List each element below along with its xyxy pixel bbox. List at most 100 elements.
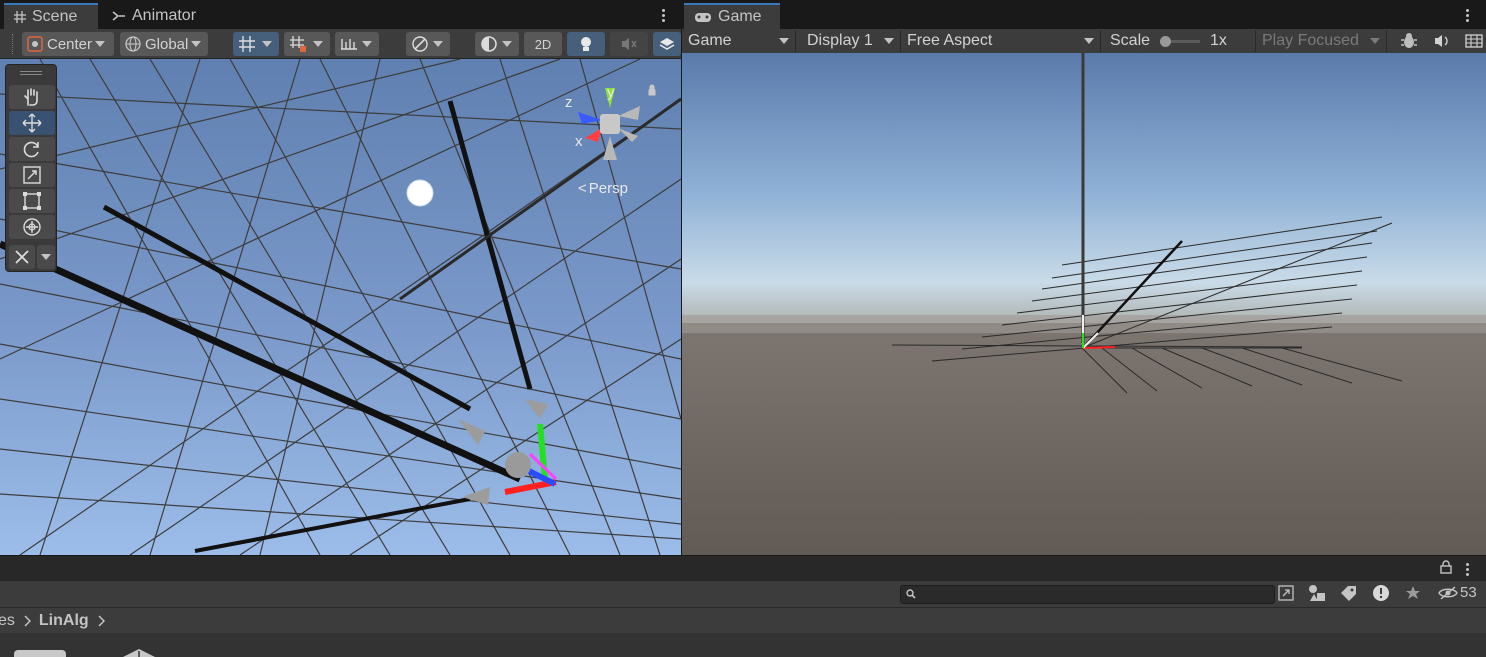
play-focus-label: Play Focused [1262, 32, 1359, 49]
project-more-menu-icon[interactable] [1460, 559, 1474, 579]
tab-animator[interactable]: Animator [102, 3, 212, 29]
gizmo-z-label: z [565, 94, 573, 111]
stats-button[interactable] [1463, 30, 1485, 52]
pivot-mode-label: Center [47, 35, 93, 53]
pivot-mode-dropdown[interactable]: Center [22, 32, 114, 56]
toolbar-grip[interactable] [12, 34, 16, 54]
grid-snap-toggle[interactable] [233, 32, 279, 56]
label-tag-icon[interactable] [1340, 585, 1358, 601]
gamepad-icon [694, 11, 712, 23]
audio-toggle[interactable] [610, 32, 648, 56]
shading-icon [479, 34, 499, 54]
scale-control: Scale 1x [1110, 30, 1227, 52]
projection-toggle[interactable]: < Persp [578, 180, 628, 197]
game-more-menu-icon[interactable] [1460, 5, 1474, 25]
hidden-packages-toggle[interactable]: 53 [1438, 584, 1477, 601]
project-panel-header [0, 555, 1486, 581]
lock-icon[interactable] [1440, 560, 1452, 574]
play-focus-dropdown[interactable]: Play Focused [1255, 30, 1387, 52]
mute-icon [620, 36, 638, 52]
project-content-area [0, 633, 1486, 657]
scene-tabbar: Scene Animator [0, 0, 681, 29]
mode-2d-toggle[interactable]: 2D [524, 32, 562, 56]
lighting-toggle[interactable] [567, 32, 605, 56]
palette-grip[interactable] [20, 71, 42, 75]
tab-game-label: Game [718, 8, 762, 25]
debug-button[interactable] [1398, 30, 1420, 52]
pivot-icon [26, 35, 44, 53]
scale-label: Scale [1110, 32, 1151, 49]
display-label: Display 1 [807, 32, 873, 49]
hand-tool-button[interactable] [9, 85, 55, 109]
space-mode-label: Global [145, 35, 189, 53]
game-tabbar: Game [682, 0, 1486, 29]
game-mode-dropdown[interactable]: Game [682, 30, 796, 52]
mode-2d-label: 2D [534, 36, 552, 52]
chevron-down-icon [502, 41, 512, 47]
tool-palette [5, 64, 57, 272]
chevron-down-icon [1084, 38, 1094, 44]
warning-filter-icon[interactable] [1372, 584, 1390, 602]
tab-game[interactable]: Game [684, 3, 780, 29]
folder-icon[interactable] [14, 650, 66, 657]
effects-toggle[interactable] [653, 32, 681, 56]
ruler-icon [339, 35, 359, 53]
chevron-down-icon [313, 41, 323, 47]
animator-icon [112, 10, 126, 22]
rotate-tool-button[interactable] [9, 137, 55, 161]
move-tool-button[interactable] [9, 111, 55, 135]
shapes-filter-icon[interactable] [1308, 584, 1326, 602]
game-toolbar: Game Display 1 Free Aspect Scale 1x Play… [682, 29, 1486, 53]
chevron-down-icon [41, 254, 51, 260]
projection-label: Persp [588, 180, 628, 197]
scene-visibility-dropdown[interactable] [406, 32, 450, 56]
game-canvas [682, 53, 1486, 555]
aspect-dropdown[interactable]: Free Aspect [901, 30, 1101, 52]
perspective-icon: < [578, 180, 587, 197]
scale-tool-button[interactable] [9, 163, 55, 187]
hand-tool-icon [22, 87, 42, 107]
scene-more-menu-icon[interactable] [656, 5, 670, 25]
mute-audio-button[interactable] [1431, 30, 1453, 52]
snap-increment-button[interactable] [284, 32, 330, 56]
search-icon [906, 589, 916, 599]
custom-tool-button[interactable] [9, 245, 35, 269]
bug-icon [1400, 32, 1418, 50]
transform-tool-button[interactable] [9, 215, 55, 239]
game-viewport[interactable] [682, 53, 1486, 555]
scale-slider[interactable] [1160, 36, 1201, 47]
project-search-field[interactable] [900, 585, 1275, 604]
custom-tool-dropdown[interactable] [37, 245, 55, 269]
rect-tool-button[interactable] [9, 189, 55, 213]
breadcrumb-item-linalg[interactable]: LinAlg [39, 612, 89, 630]
globe-icon [124, 35, 142, 53]
chevron-down-icon [362, 41, 372, 47]
aspect-label: Free Aspect [907, 32, 993, 49]
game-mode-label: Game [688, 32, 732, 49]
draw-mode-dropdown[interactable] [475, 32, 519, 56]
breadcrumb-separator-icon [97, 614, 105, 627]
rotate-tool-icon [22, 139, 42, 159]
breadcrumb-separator-icon [23, 614, 31, 627]
tab-scene[interactable]: Scene [4, 3, 98, 29]
search-input[interactable] [919, 586, 1269, 603]
orientation-gizmo[interactable]: y z x < Persp [560, 80, 660, 200]
display-dropdown[interactable]: Display 1 [801, 30, 901, 52]
search-by-type-icon[interactable] [1278, 585, 1296, 603]
breadcrumb: es LinAlg [0, 607, 1486, 633]
script-asset-icon[interactable] [122, 649, 156, 657]
chevron-down-icon [779, 38, 789, 44]
breadcrumb-item-parent[interactable]: es [0, 612, 15, 630]
gizmo-y-label: y [607, 84, 615, 101]
space-mode-dropdown[interactable]: Global [120, 32, 208, 56]
directional-light-icon[interactable] [406, 179, 434, 207]
game-panel: Game Game Display 1 Free Aspect Scale 1x… [682, 0, 1486, 555]
grid-visibility-icon [237, 34, 259, 54]
chevron-down-icon [262, 41, 272, 47]
gizmo-x-label: x [575, 133, 583, 150]
favorite-star-icon[interactable] [1405, 585, 1421, 601]
scene-panel: Scene Animator Center Global 2D y z x < … [0, 0, 681, 555]
scale-value: 1x [1210, 32, 1227, 49]
increment-snap-dropdown[interactable] [335, 32, 379, 56]
chevron-down-icon [1370, 38, 1380, 44]
